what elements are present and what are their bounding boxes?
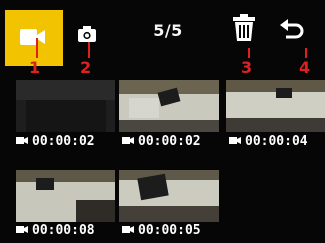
callout-1-arrow <box>36 38 38 58</box>
thumbnail-duration: 00:00:04 <box>229 134 308 149</box>
back-button[interactable] <box>280 18 320 54</box>
duration-text: 00:00:02 <box>138 134 201 149</box>
video-camera-icon <box>122 134 134 149</box>
thumbnail-duration: 00:00:05 <box>122 223 201 238</box>
video-camera-icon <box>16 223 28 238</box>
thumbnail-duration: 00:00:08 <box>16 223 95 238</box>
thumbnail-image <box>119 80 219 132</box>
back-arrow-icon <box>280 19 304 39</box>
trash-icon <box>233 14 255 41</box>
duration-text: 00:00:08 <box>32 223 95 238</box>
duration-text: 00:00:05 <box>138 223 201 238</box>
delete-button[interactable] <box>232 14 262 50</box>
toolbar: 5/5 1 2 3 4 <box>0 0 325 77</box>
callout-2-arrow <box>88 42 90 58</box>
thumbnail-duration: 00:00:02 <box>122 134 201 149</box>
camera-icon <box>78 26 96 42</box>
photo-tab-button[interactable] <box>66 14 106 54</box>
thumbnail-image <box>226 80 325 132</box>
video-camera-icon <box>229 134 241 149</box>
callout-4-arrow <box>305 48 307 58</box>
callout-3-arrow <box>248 48 250 58</box>
callout-1: 1 <box>29 58 41 77</box>
video-camera-icon <box>16 134 28 149</box>
thumbnail-duration: 00:00:02 <box>16 134 95 149</box>
thumbnail-image <box>16 80 115 132</box>
callout-2: 2 <box>80 58 92 77</box>
thumbnail-image <box>16 170 115 222</box>
video-thumbnail[interactable] <box>226 80 325 132</box>
video-camera-icon <box>122 223 134 238</box>
video-camera-icon <box>20 29 45 45</box>
callout-3: 3 <box>241 58 253 77</box>
video-thumbnail[interactable] <box>16 80 115 132</box>
duration-text: 00:00:04 <box>245 134 308 149</box>
thumbnail-image <box>119 170 219 222</box>
video-thumbnail[interactable] <box>16 170 115 222</box>
callout-4: 4 <box>299 58 311 77</box>
video-thumbnail[interactable] <box>119 80 219 132</box>
file-counter: 5/5 <box>153 21 183 40</box>
file-browser-screen: 5/5 1 2 3 4 00:00:02 00:00:02 00:00:04 0… <box>0 0 325 243</box>
video-thumbnail[interactable] <box>119 170 219 222</box>
duration-text: 00:00:02 <box>32 134 95 149</box>
